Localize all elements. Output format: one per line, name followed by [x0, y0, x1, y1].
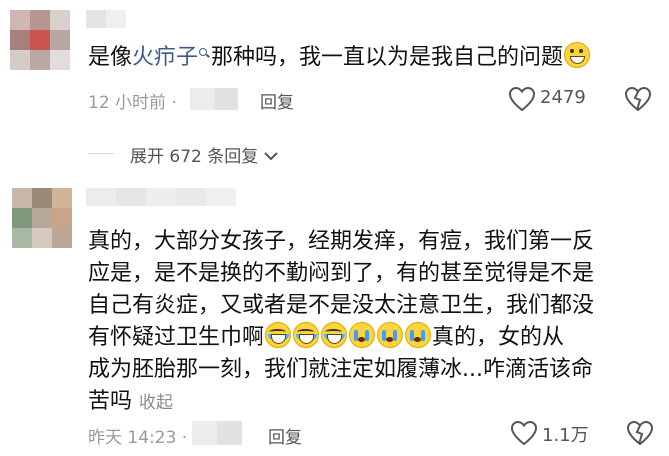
collapse-button[interactable]: 收起: [139, 393, 173, 413]
dislike-icon[interactable]: [626, 420, 654, 446]
username-blurred[interactable]: [86, 10, 126, 28]
username-blurred[interactable]: [86, 188, 236, 206]
search-icon[interactable]: [199, 48, 209, 58]
comment-line: 真的，大部分女孩子，经期发痒，有痘，我们第一反: [88, 229, 595, 254]
like-count: 1.1万: [542, 425, 589, 446]
heart-icon[interactable]: [508, 86, 536, 112]
topic-link[interactable]: 火疖子: [132, 45, 198, 70]
like-count: 2479: [540, 87, 586, 108]
comment-line: 成为胚胎那一刻，我们就注定如履薄冰...咋滴活该命: [88, 357, 593, 382]
location-blurred: [192, 421, 242, 445]
cry-emoji-icon: [349, 322, 376, 348]
comment-line: 有怀疑过卫生巾啊 真的，女的从: [88, 322, 564, 354]
laugh-emoji-icon: [293, 322, 320, 348]
comment-text: 是像火疖子 那种吗，我一直以为是我自己的问题: [88, 42, 591, 74]
comment-line: 苦吗 收起: [88, 389, 174, 414]
reply-button[interactable]: 回复: [268, 423, 302, 448]
grin-emoji-icon: [564, 42, 591, 68]
chevron-down-icon: [263, 152, 278, 161]
avatar[interactable]: [12, 188, 72, 248]
comment-time: 昨天 14:23 ·: [88, 428, 188, 448]
location-blurred: [190, 88, 238, 110]
comment-line: 应是，是不是换的不勤闷到了，有的甚至觉得是不是: [88, 261, 595, 286]
cry-emoji-icon: [377, 322, 404, 348]
dislike-icon[interactable]: [624, 86, 652, 112]
cry-emoji-icon: [405, 322, 432, 348]
laugh-emoji-icon: [321, 322, 348, 348]
comment-time: 12 小时前 ·: [88, 93, 177, 113]
comment-line: 自己有炎症，又或者是不是没太注意卫生，我们都没: [88, 293, 595, 318]
avatar[interactable]: [10, 10, 70, 70]
expand-replies-button[interactable]: 展开 672 条回复: [130, 142, 278, 167]
heart-icon[interactable]: [510, 420, 538, 446]
expand-divider: [88, 153, 114, 154]
laugh-emoji-icon: [265, 322, 292, 348]
reply-button[interactable]: 回复: [260, 88, 294, 113]
